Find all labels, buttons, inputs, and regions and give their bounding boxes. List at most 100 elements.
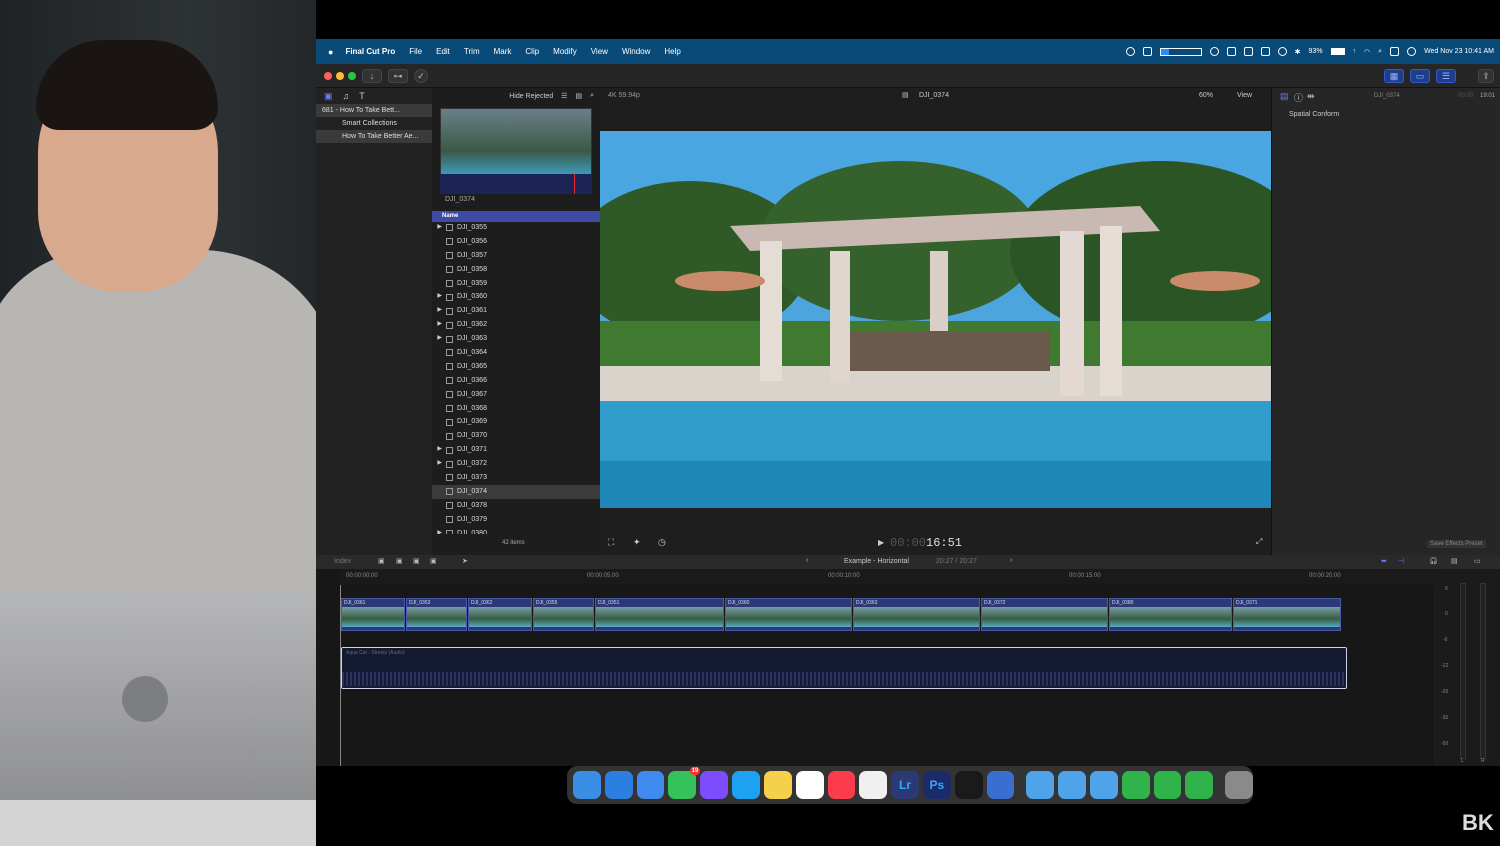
numbers-icon[interactable] xyxy=(1121,771,1150,799)
mail-icon[interactable] xyxy=(636,771,665,799)
connect-clip-icon[interactable]: ▣ xyxy=(430,557,437,565)
close-window-button[interactable] xyxy=(324,72,332,80)
timeline-clip[interactable]: DJI_0353 xyxy=(406,598,467,631)
clip-list-row[interactable]: ▶ DJI_0380 xyxy=(432,527,600,534)
clip-list-row[interactable]: DJI_0357 xyxy=(432,249,600,263)
final-cut-pro-icon[interactable] xyxy=(954,771,983,799)
downloads-icon[interactable] xyxy=(1090,771,1118,799)
libraries-icon[interactable]: ▣ xyxy=(324,91,333,102)
timeline-clip[interactable]: DJI_0361 xyxy=(341,598,405,631)
timeline-clip[interactable]: DJI_0372 xyxy=(981,598,1108,631)
clip-list-row[interactable]: ▶ DJI_0355 xyxy=(432,221,600,235)
notes-icon[interactable] xyxy=(763,771,792,799)
battery-icon[interactable] xyxy=(1330,48,1345,55)
effects-browser-icon[interactable]: ▭ xyxy=(1474,557,1481,565)
disclosure-triangle-icon[interactable]: ▶ xyxy=(432,527,442,534)
disclosure-triangle-icon[interactable]: ▶ xyxy=(432,332,442,346)
finder-icon[interactable] xyxy=(573,771,601,799)
filter-popup[interactable]: Hide Rejected xyxy=(509,93,553,100)
wifi-icon[interactable]: ◠ xyxy=(1364,48,1370,56)
disclosure-triangle-icon[interactable]: ▶ xyxy=(432,304,442,318)
append-clip-icon[interactable]: ▣ xyxy=(378,557,385,565)
info-inspector-icon[interactable]: ⓘ xyxy=(1294,91,1303,104)
messages-icon[interactable]: 19 xyxy=(668,767,701,799)
photos-audio-icon[interactable]: ♫ xyxy=(343,91,350,101)
record-icon[interactable] xyxy=(1125,47,1135,56)
clip-list-row[interactable]: DJI_0379 xyxy=(432,513,600,527)
thumbnail-filmstrip[interactable] xyxy=(440,174,592,194)
bluetooth-icon[interactable]: ✱ xyxy=(1295,48,1301,56)
disclosure-triangle-icon[interactable]: ▶ xyxy=(432,318,442,332)
snapping-icon[interactable]: ⊣ xyxy=(1398,557,1404,565)
clip-appearance-icon[interactable]: ▤ xyxy=(1451,557,1458,565)
timeline-clip[interactable]: DJI_0371 xyxy=(1233,598,1341,631)
layout-timeline-button[interactable]: ▭ xyxy=(1410,69,1430,83)
disclosure-triangle-icon[interactable]: ▶ xyxy=(432,443,442,457)
clip-list-row[interactable]: DJI_0367 xyxy=(432,388,600,402)
clip-list-row[interactable]: DJI_0358 xyxy=(432,263,600,277)
clip-list-row[interactable]: ▶ DJI_0362 xyxy=(432,318,600,332)
menu-trim[interactable]: Trim xyxy=(464,47,480,56)
menu-clip[interactable]: Clip xyxy=(525,47,539,56)
layout-browser-button[interactable]: ▦ xyxy=(1384,69,1404,83)
layout-inspector-button[interactable]: ☰ xyxy=(1436,69,1456,83)
ps-icon[interactable]: Ps xyxy=(922,771,951,799)
documents-icon[interactable] xyxy=(1058,771,1086,799)
disclosure-triangle-icon[interactable]: ▶ xyxy=(432,221,442,235)
messenger-icon[interactable] xyxy=(700,771,729,799)
tools-icon[interactable] xyxy=(1226,47,1236,56)
timeline-clip[interactable]: DJI_0351 xyxy=(595,598,724,631)
timeline-clip[interactable]: DJI_0380 xyxy=(1109,598,1232,631)
menu-help[interactable]: Help xyxy=(664,47,680,56)
spotlight-icon[interactable]: ⌕ xyxy=(1378,48,1382,56)
overwrite-clip-icon[interactable]: ▣ xyxy=(413,557,420,565)
speed-icon[interactable]: ◷ xyxy=(658,537,666,548)
disclosure-triangle-icon[interactable]: ▶ xyxy=(432,457,442,471)
twitter-icon[interactable] xyxy=(732,771,760,799)
lr-icon[interactable]: Lr xyxy=(891,771,919,799)
index-button[interactable]: Index xyxy=(334,558,351,565)
menu-modify[interactable]: Modify xyxy=(553,47,577,56)
minimize-window-button[interactable] xyxy=(336,72,344,80)
drop-icon[interactable] xyxy=(1243,47,1253,56)
back-arrow-icon[interactable]: ‹ xyxy=(806,557,808,564)
clip-list-row[interactable]: ▶ DJI_0361 xyxy=(432,304,600,318)
event-item[interactable]: How To Take Better Ae... xyxy=(316,130,432,143)
smart-collections-item[interactable]: Smart Collections xyxy=(316,117,432,130)
save-effects-preset-button[interactable]: Save Effects Preset xyxy=(1427,540,1486,548)
clock[interactable]: Wed Nov 23 10:41 AM xyxy=(1424,48,1494,55)
clip-list-row[interactable]: DJI_0365 xyxy=(432,360,600,374)
numbers-icon[interactable] xyxy=(1153,771,1182,799)
clip-list-row[interactable]: DJI_0364 xyxy=(432,346,600,360)
fullscreen-icon[interactable]: ⤢ xyxy=(1256,537,1262,547)
share-inspector-icon[interactable]: ⇹ xyxy=(1307,91,1315,102)
clip-list-row[interactable]: ▶ DJI_0372 xyxy=(432,457,600,471)
menu-view[interactable]: View xyxy=(591,47,608,56)
view-popup[interactable]: View xyxy=(1237,92,1252,99)
transform-icon[interactable]: ⛶ xyxy=(608,537,614,548)
viewer-video-frame[interactable] xyxy=(600,131,1271,508)
filmstrip-icon[interactable]: ▤ xyxy=(575,92,582,100)
skimming-icon[interactable]: ⬌ xyxy=(1381,557,1387,565)
applications-icon[interactable] xyxy=(1026,771,1055,799)
usb-icon[interactable]: ↑ xyxy=(1353,48,1357,55)
clip-list-row[interactable]: DJI_0369 xyxy=(432,415,600,429)
timeline-clip[interactable]: DJI_0363 xyxy=(853,598,980,631)
name-column-header[interactable]: Name xyxy=(442,213,458,219)
list-view-icon[interactable]: ☰ xyxy=(561,92,567,100)
calendar-icon[interactable] xyxy=(795,771,824,799)
timecode[interactable]: 16:51 xyxy=(926,536,962,550)
menu-file[interactable]: File xyxy=(409,47,422,56)
background-tasks-button[interactable]: ✓ xyxy=(414,69,428,83)
enhance-icon[interactable]: ✦ xyxy=(633,537,641,548)
search-icon[interactable]: ⌕ xyxy=(590,92,594,100)
menu-edit[interactable]: Edit xyxy=(436,47,450,56)
clip-list-row[interactable]: ▶ DJI_0371 xyxy=(432,443,600,457)
clip-list-row[interactable]: DJI_0370 xyxy=(432,429,600,443)
siri-icon[interactable] xyxy=(1407,47,1417,56)
memory-bar-icon[interactable] xyxy=(1159,47,1202,56)
numbers-icon[interactable] xyxy=(1185,771,1214,799)
play-button[interactable]: ▶ xyxy=(878,538,884,547)
safari-icon[interactable] xyxy=(604,771,633,799)
share-button[interactable]: ⇪ xyxy=(1478,69,1494,83)
